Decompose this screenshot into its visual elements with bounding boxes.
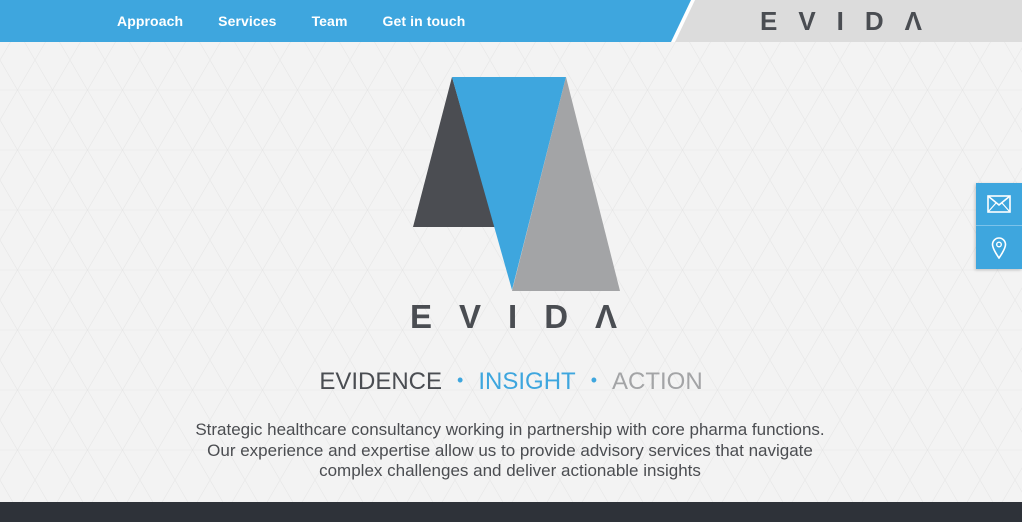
nav-link-approach[interactable]: Approach [117,13,183,29]
footer-bar [0,502,1022,522]
tagline-evidence: EVIDENCE [319,368,443,395]
nav-link-services[interactable]: Services [218,13,276,29]
map-pin-icon [991,236,1007,259]
tagline-dot: • [457,370,464,390]
description-line: complex challenges and deliver actionabl… [319,461,701,480]
description-line: Strategic healthcare consultancy working… [195,420,825,439]
tagline-dot: • [590,370,597,390]
nav-link-get-in-touch[interactable]: Get in touch [383,13,466,29]
top-navbar: Approach Services Team Get in touch EVID… [0,0,1022,42]
hero-wordmark: EVIDΛ [410,298,645,335]
tagline: EVIDENCE • INSIGHT • ACTION [0,368,1022,396]
hero-description: Strategic healthcare consultancy working… [160,420,860,482]
email-button[interactable] [976,183,1022,226]
description-line: Our experience and expertise allow us to… [207,440,813,460]
header-logo[interactable]: EVIDΛ [760,6,930,36]
contact-side-widget [976,183,1022,269]
envelope-icon [987,195,1011,213]
tagline-action: ACTION [612,368,703,395]
nav-link-team[interactable]: Team [312,13,348,29]
tagline-insight: INSIGHT [478,368,576,395]
location-button[interactable] [976,226,1022,269]
main-nav: Approach Services Team Get in touch [117,0,500,42]
